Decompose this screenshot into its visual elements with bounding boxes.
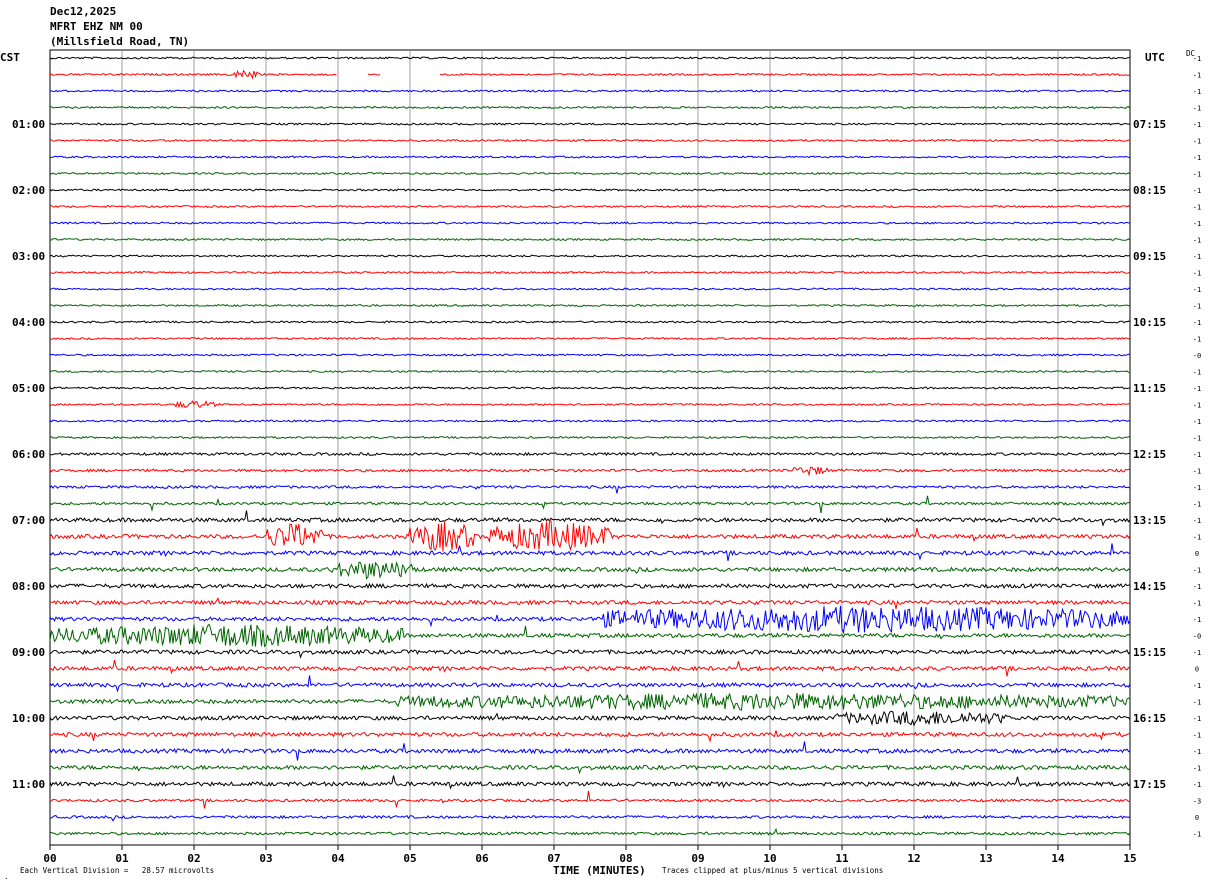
x-tick-label: 11 [835,852,849,865]
x-tick-label: 03 [259,852,272,865]
dc-offset-label: -1 [1193,468,1201,476]
cst-hour-label: 06:00 [12,448,45,461]
dc-offset-label: 0 [1195,666,1199,674]
dc-offset-label: -1 [1193,336,1201,344]
x-tick-label: 06 [475,852,489,865]
dc-offset-label: -1 [1193,154,1201,162]
utc-hour-label: 08:15 [1133,184,1166,197]
x-tick-label: 01 [115,852,129,865]
clipping-note: Traces clipped at plus/minus 5 vertical … [662,866,884,875]
dc-offset-label: -1 [1193,369,1201,377]
dc-offset-label: -1 [1193,484,1201,492]
station-title: MFRT EHZ NM 00 [50,20,143,33]
dc-offset-label: -1 [1193,270,1201,278]
dc-offset-label: -1 [1193,765,1201,773]
dc-offset-label: -1 [1193,501,1201,509]
utc-hour-label: 16:15 [1133,712,1166,725]
dc-offset-label: -1 [1193,105,1201,113]
utc-hour-label: 09:15 [1133,250,1166,263]
dc-offset-label: -1 [1193,600,1201,608]
dc-offset-label: -3 [1193,798,1201,806]
dc-offset-label: -1 [1193,781,1201,789]
cst-hour-label: 01:00 [12,118,45,131]
utc-label: UTC [1145,51,1165,64]
cst-hour-label: 11:00 [12,778,45,791]
x-tick-label: 00 [43,852,56,865]
x-tick-label: 15 [1123,852,1136,865]
location-title: (Millsfield Road, TN) [50,35,190,48]
plot-frame [49,49,1131,846]
dc-offset-label: -1 [1193,534,1201,542]
dc-offset-label: -1 [1193,385,1201,393]
x-axis-ticks: 00 01 02 03 04 05 06 07 08 09 10 11 12 13 14 15 [43,845,1137,865]
dc-offset-label: -1 [1193,402,1201,410]
x-axis-title: TIME (MINUTES) [553,864,646,877]
dc-offset-label: -1 [1193,715,1201,723]
cst-hour-label: 09:00 [12,646,45,659]
seismogram-plot: 00 01 02 03 04 05 06 07 08 09 10 11 12 13 14 15 01:0002… [0,49,1201,881]
dc-offset-label: -1 [1193,286,1201,294]
dc-offset-label: -1 [1193,649,1201,657]
dc-offset-label: -1 [1193,220,1201,228]
cst-label: CST [0,51,20,64]
dc-offset-label: -1 [1193,121,1201,129]
date-title: Dec12,2025 [50,5,117,18]
utc-hour-label: 11:15 [1133,382,1166,395]
dc-offset-label: -1 [1193,72,1201,80]
x-tick-label: 04 [331,852,345,865]
utc-hour-labels: 07:15 08:15 09:15 10:15 11:15 12:15 13:15 14:15… [1133,118,1166,791]
dc-label: DC [1186,49,1195,58]
dc-offset-label: -1 [1193,435,1201,443]
dc-offset-label: -0 [1193,352,1201,360]
dc-offset-label: -1 [1193,682,1201,690]
cst-hour-label: 05:00 [12,382,45,395]
utc-hour-label: 13:15 [1133,514,1166,527]
dc-offset-label: -0 [1193,633,1201,641]
cst-hour-label: 10:00 [12,712,45,725]
corner-mark: . [4,872,9,881]
utc-hour-label: 12:15 [1133,448,1166,461]
utc-hour-label: 17:15 [1133,778,1166,791]
dc-offset-label: -1 [1193,451,1201,459]
cst-hour-label: 02:00 [12,184,45,197]
utc-hour-label: 10:15 [1133,316,1166,329]
utc-hour-label: 15:15 [1133,646,1166,659]
x-tick-label: 02 [187,852,200,865]
dc-offset-labels: -1 -1 -1 -1 -1 -1 -1 -1 -1 -1 -1 -1 -1 -1 -1 -1 -1 -1 -0 -1… [1193,55,1201,839]
dc-offset-label: -1 [1193,253,1201,261]
dc-offset-label: -1 [1193,303,1201,311]
dc-offset-label: -1 [1193,567,1201,575]
dc-offset-label: -1 [1193,517,1201,525]
dc-offset-label: -1 [1193,418,1201,426]
cst-hour-labels: 01:00 02:00 03:00 04:00 05:00 06:00 07:00 08:00… [12,118,45,791]
x-tick-label: 09 [691,852,704,865]
dc-offset-label: -1 [1193,171,1201,179]
dc-offset-label: -1 [1193,187,1201,195]
dc-offset-label: -1 [1193,616,1201,624]
cst-hour-label: 04:00 [12,316,45,329]
dc-offset-label: -1 [1193,732,1201,740]
dc-offset-label: -1 [1193,831,1201,839]
dc-offset-label: -1 [1193,204,1201,212]
x-tick-label: 05 [403,852,416,865]
x-tick-label: 10 [763,852,776,865]
dc-offset-label: -1 [1193,583,1201,591]
cst-hour-label: 08:00 [12,580,45,593]
dc-offset-label: -1 [1193,748,1201,756]
dc-offset-label: -1 [1193,237,1201,245]
cst-hour-label: 07:00 [12,514,45,527]
dc-offset-label: -1 [1193,319,1201,327]
x-tick-label: 13 [979,852,992,865]
cst-hour-label: 03:00 [12,250,45,263]
dc-offset-label: -1 [1193,138,1201,146]
x-tick-label: 14 [1051,852,1065,865]
dc-offset-label: -1 [1193,88,1201,96]
vertical-division-note: Each Vertical Division = 28.57 microvolt… [20,866,215,875]
dc-offset-label: 0 [1195,550,1199,558]
dc-offset-label: -1 [1193,699,1201,707]
utc-hour-label: 14:15 [1133,580,1166,593]
x-tick-label: 12 [907,852,920,865]
utc-hour-label: 07:15 [1133,118,1166,131]
dc-offset-label: 0 [1195,814,1199,822]
